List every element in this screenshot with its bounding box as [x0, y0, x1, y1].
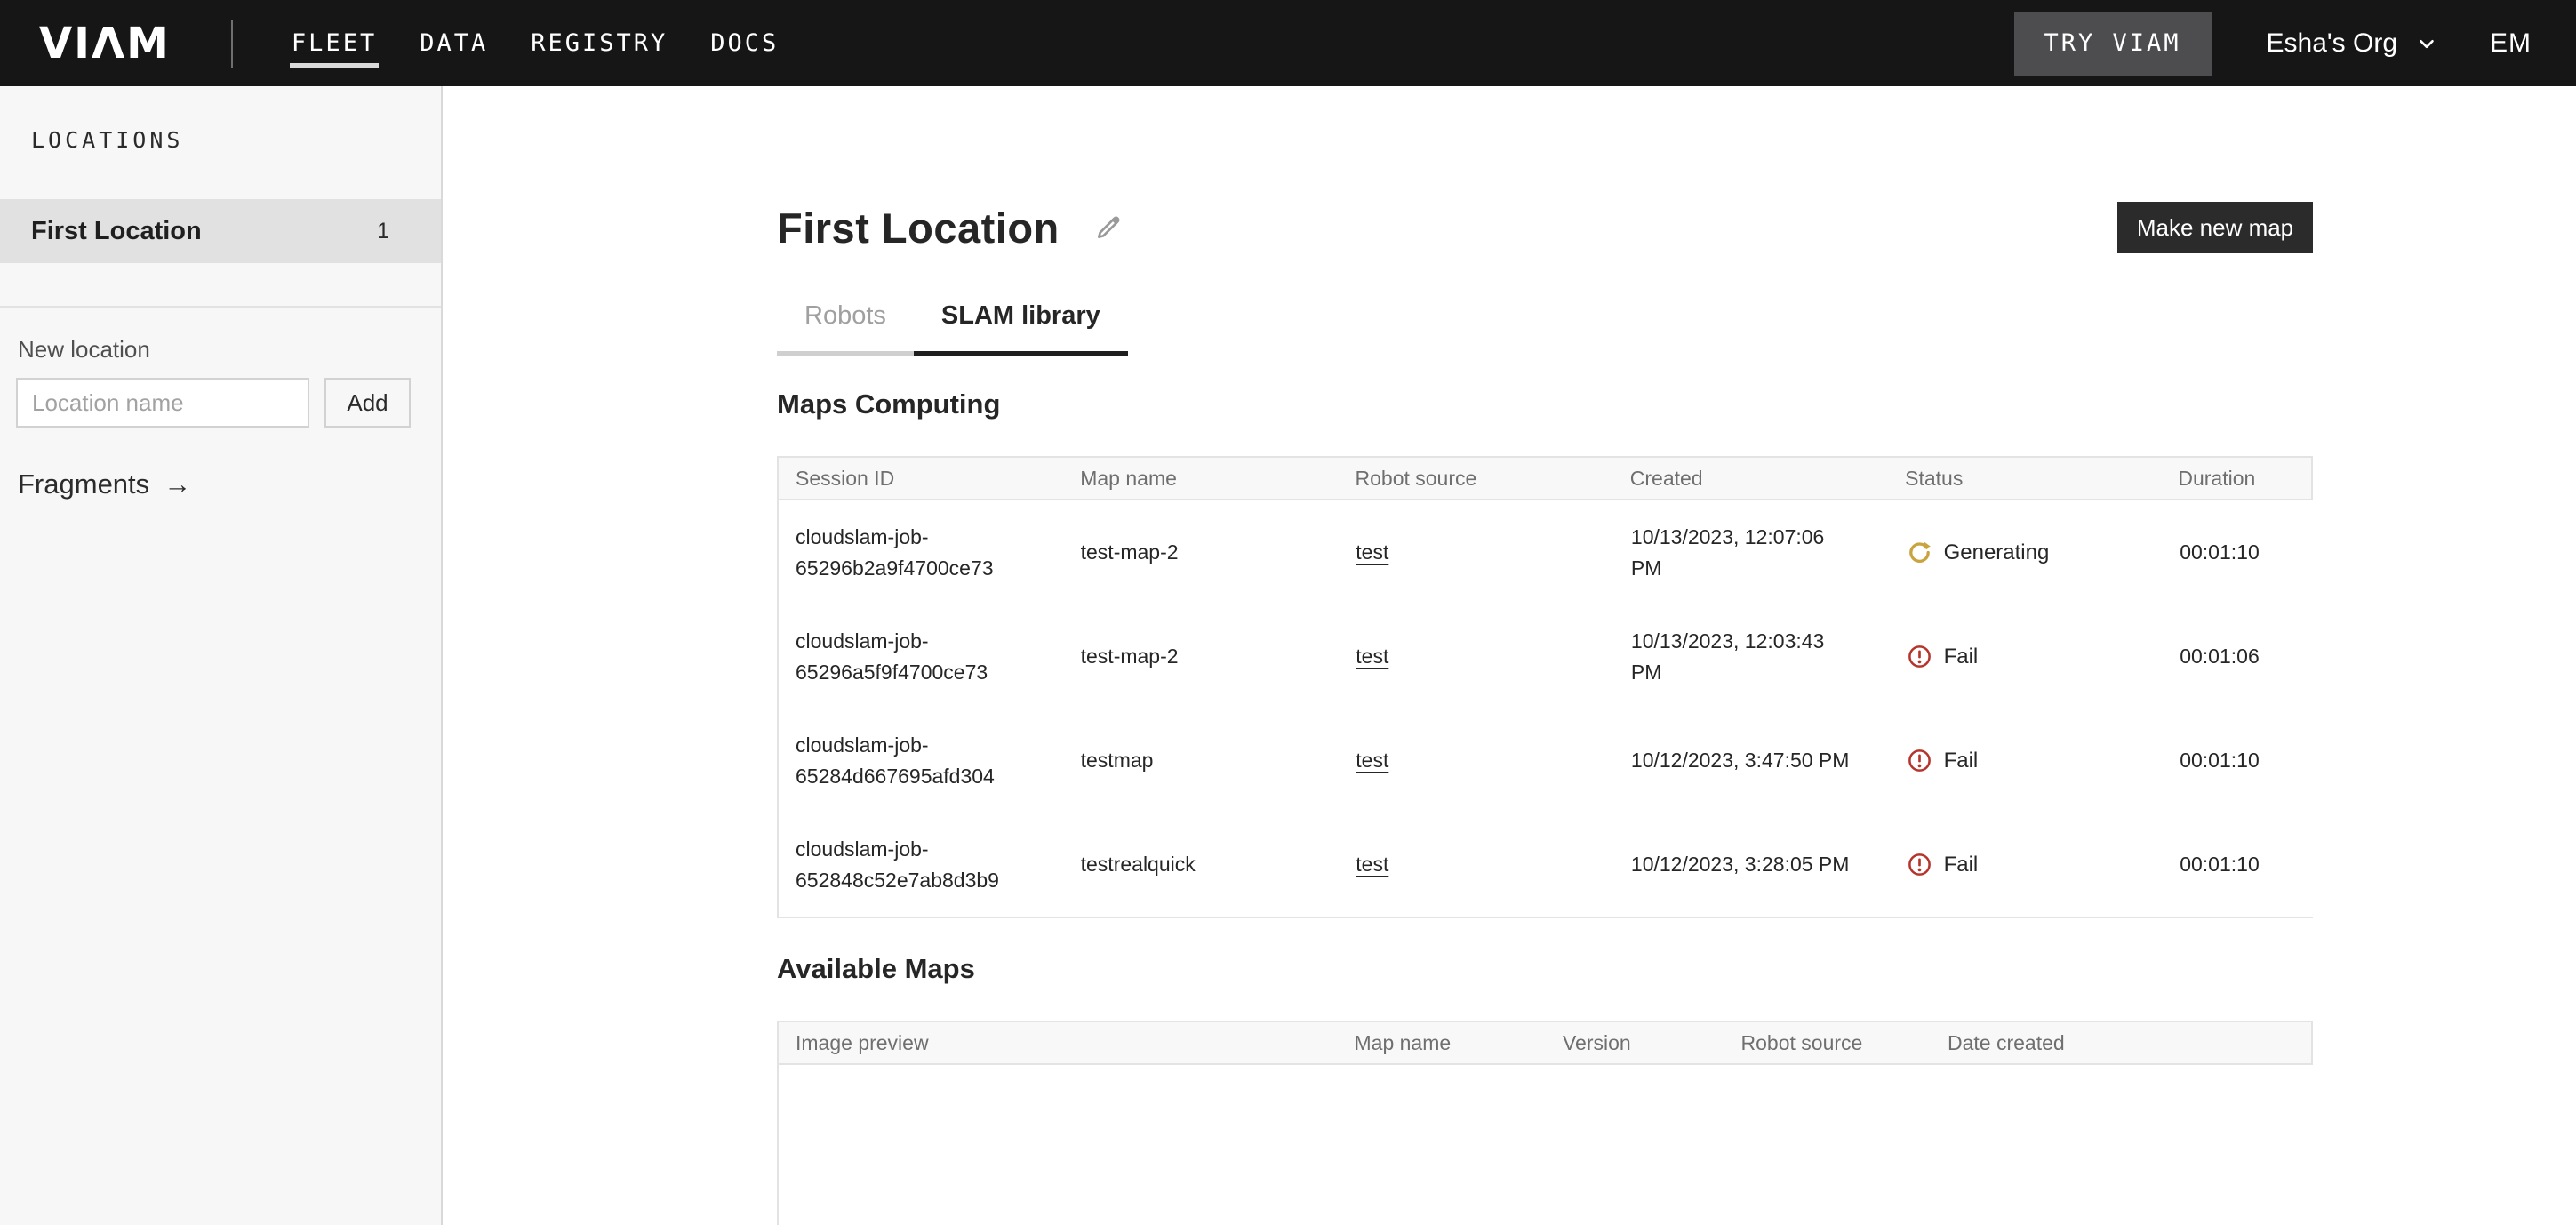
duration-cell: 00:01:10	[2169, 849, 2313, 880]
nav-divider	[231, 20, 233, 68]
main-content: First Location Make new map RobotsSLAM l…	[443, 86, 2576, 1225]
maps-computing-row: cloudslam-job-65296a5f9f4700ce73test-map…	[779, 604, 2313, 709]
robot-source-link[interactable]: test	[1356, 645, 1388, 668]
session-id-cell: cloudslam-job-652848c52e7ab8d3b9	[779, 834, 1064, 895]
column-header-map-name: Map name	[1063, 467, 1338, 491]
sidebar-divider	[0, 306, 441, 308]
maps-computing-row: cloudslam-job-65284d667695afd304testmap t…	[779, 709, 2313, 813]
column-header-version: Version	[1546, 1031, 1724, 1055]
column-header-robot-source: Robot source	[1724, 1031, 1931, 1055]
created-cell: 10/13/2023, 12:07:06 PM	[1614, 522, 1890, 583]
fragments-link[interactable]: Fragments →	[18, 468, 191, 500]
fragments-label: Fragments	[18, 468, 149, 500]
robot-source-cell: test	[1339, 641, 1614, 672]
try-viam-button[interactable]: TRY VIAM	[2014, 12, 2212, 76]
tab-slam-library[interactable]: SLAM library	[914, 301, 1128, 356]
location-list: First Location 1	[0, 199, 441, 263]
fail-status-icon	[1907, 644, 1932, 669]
tab-robots[interactable]: Robots	[777, 301, 914, 356]
location-name-input[interactable]	[16, 378, 309, 428]
maps-computing-row: cloudslam-job-65296b2a9f4700ce73test-map…	[779, 500, 2313, 604]
available-maps-heading: Available Maps	[777, 953, 2313, 985]
fail-status-icon	[1907, 852, 1932, 877]
column-header-map-name: Map name	[1338, 1031, 1546, 1055]
org-name: Esha's Org	[2267, 28, 2397, 59]
maps-computing-table-header: Session IDMap nameRobot sourceCreatedSta…	[779, 456, 2313, 500]
status-cell: Fail	[1890, 849, 2170, 881]
arrow-right-icon: →	[164, 468, 191, 500]
chevron-down-icon	[2415, 32, 2438, 55]
tab-bar: RobotsSLAM library	[777, 301, 2313, 356]
viam-logo[interactable]: VIΛM	[39, 22, 171, 65]
make-new-map-button[interactable]: Make new map	[2117, 202, 2313, 253]
status-label: Generating	[1944, 537, 2050, 569]
locations-heading: LOCATIONS	[0, 86, 441, 153]
column-header-date-created: Date created	[1931, 1031, 2311, 1055]
status-label: Fail	[1944, 641, 1979, 673]
created-cell: 10/13/2023, 12:03:43 PM	[1614, 626, 1890, 687]
location-robot-count: 1	[377, 219, 389, 244]
new-location-label: New location	[18, 336, 441, 364]
robot-source-link[interactable]: test	[1356, 540, 1388, 564]
robot-source-cell: test	[1339, 537, 1614, 568]
nav-item-data[interactable]: DATA	[420, 0, 488, 86]
page-header: First Location Make new map	[777, 202, 2313, 253]
map-name-cell: testmap	[1064, 745, 1340, 776]
nav-item-registry[interactable]: REGISTRY	[531, 0, 668, 86]
top-nav: VIΛM FLEET DATA REGISTRY DOCS TRY VIAM Esha…	[0, 0, 2576, 86]
location-name: First Location	[31, 217, 202, 246]
column-header-duration: Duration	[2167, 467, 2311, 491]
sidebar-location-item[interactable]: First Location 1	[0, 199, 441, 263]
status-cell: Generating	[1890, 537, 2170, 569]
robot-source-cell: test	[1339, 849, 1614, 880]
available-maps-empty-body	[779, 1065, 2313, 1225]
session-id-cell: cloudslam-job-65284d667695afd304	[779, 730, 1064, 791]
maps-computing-heading: Maps Computing	[777, 388, 2313, 420]
edit-pencil-icon[interactable]	[1093, 212, 1124, 243]
nav-right: TRY VIAM Esha's Org EM	[2014, 12, 2532, 76]
nav-item-docs[interactable]: DOCS	[710, 0, 779, 86]
duration-cell: 00:01:10	[2169, 745, 2313, 776]
add-location-button[interactable]: Add	[324, 378, 411, 428]
robot-source-link[interactable]: test	[1356, 749, 1388, 772]
maps-computing-table: Session IDMap nameRobot sourceCreatedSta…	[777, 456, 2313, 918]
available-maps-table-body	[779, 1065, 2313, 1225]
sidebar: LOCATIONS First Location 1 New location A…	[0, 86, 443, 1225]
status-label: Fail	[1944, 745, 1979, 777]
created-cell: 10/12/2023, 3:47:50 PM	[1614, 745, 1890, 776]
column-header-created: Created	[1613, 467, 1888, 491]
map-name-cell: test-map-2	[1064, 537, 1340, 568]
user-avatar[interactable]: EM	[2490, 28, 2532, 59]
map-name-cell: testrealquick	[1064, 849, 1340, 880]
status-cell: Fail	[1890, 745, 2170, 777]
new-location-row: Add	[16, 378, 441, 428]
map-name-cell: test-map-2	[1064, 641, 1340, 672]
column-header-session-id: Session ID	[779, 467, 1063, 491]
column-header-robot-source: Robot source	[1339, 467, 1613, 491]
maps-computing-table-body: cloudslam-job-65296b2a9f4700ce73test-map…	[779, 500, 2313, 918]
session-id-cell: cloudslam-job-65296a5f9f4700ce73	[779, 626, 1064, 687]
status-label: Fail	[1944, 849, 1979, 881]
nav-item-fleet[interactable]: FLEET	[292, 0, 377, 86]
fail-status-icon	[1907, 748, 1932, 773]
column-header-status: Status	[1888, 467, 2167, 491]
status-cell: Fail	[1890, 641, 2170, 673]
robot-source-link[interactable]: test	[1356, 853, 1388, 876]
duration-cell: 00:01:10	[2169, 537, 2313, 568]
created-cell: 10/12/2023, 3:28:05 PM	[1614, 849, 1890, 880]
session-id-cell: cloudslam-job-65296b2a9f4700ce73	[779, 522, 1064, 583]
available-maps-table: Image previewMap nameVersionRobot source…	[777, 1021, 2313, 1225]
maps-computing-row: cloudslam-job-652848c52e7ab8d3b9testreal…	[779, 813, 2313, 917]
org-switcher[interactable]: Esha's Org	[2267, 28, 2438, 59]
generating-status-icon	[1907, 540, 1932, 565]
page-title: First Location	[777, 204, 1060, 252]
robot-source-cell: test	[1339, 745, 1614, 776]
primary-nav: FLEET DATA REGISTRY DOCS	[292, 0, 779, 86]
available-maps-table-header: Image previewMap nameVersionRobot source…	[779, 1021, 2313, 1065]
column-header-image-preview: Image preview	[779, 1031, 1338, 1055]
duration-cell: 00:01:06	[2169, 641, 2313, 672]
